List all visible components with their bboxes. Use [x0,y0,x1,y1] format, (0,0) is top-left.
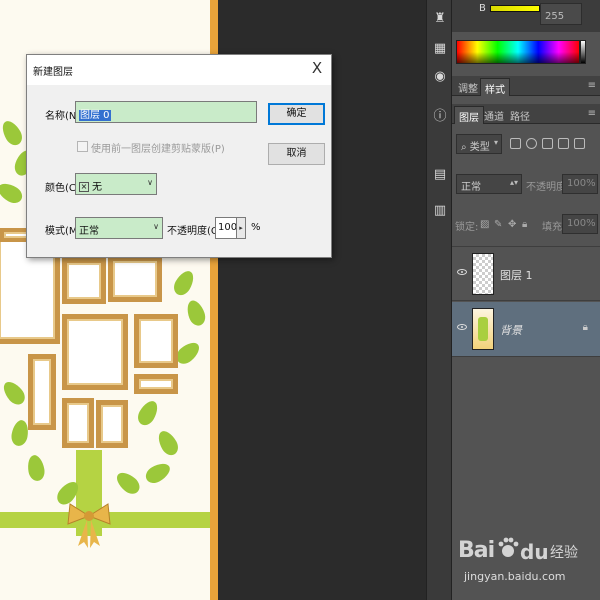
lock-all-icon[interactable]: 🔒︎ [522,219,527,230]
grid-icon[interactable]: ▦ [430,38,450,58]
tab-paths[interactable]: 路径 [506,106,534,124]
layer-row[interactable]: 背景 🔒︎ [452,302,600,357]
leaf [0,179,26,207]
ribbon-bow-icon [67,503,111,548]
search-icon: ⌕ [461,142,470,153]
mode-value: 正常 [79,226,99,237]
watermark-brand: Bai [458,538,495,563]
info-icon[interactable]: ⓘ [430,104,450,124]
leaf [184,298,208,328]
chevron-down-icon: ∨ [147,178,153,187]
type-filter-icon[interactable] [542,138,553,149]
right-panels: B 255 调整 样式 ≡ 图层 通道 路径 ≡ ⌕ 类型 ▾ 正常 ▴▾ 不透… [452,0,600,600]
leaf [112,468,144,498]
leaf [154,427,182,459]
paw-icon [498,537,519,557]
photo-frame [108,256,162,302]
baidu-jingyan-watermark: Bai du 经验 jingyan.baidu.com [450,532,600,600]
smart-object-filter-icon[interactable] [574,138,585,149]
chevron-down-icon: ∨ [153,222,159,231]
layer-row[interactable]: 图层 1 [452,246,600,301]
lock-icon: 🔒︎ [582,322,588,333]
layer-name: 背景 [500,324,522,337]
styles-panel-body [452,96,600,104]
channel-value-field[interactable]: 255 [540,3,582,25]
opacity-stepper-icon[interactable]: ▸ [236,217,246,239]
layer-name: 图层 1 [500,269,533,282]
filter-value: 类型 [469,142,490,153]
layer-name-value: 图层 0 [79,110,111,121]
adjustment-filter-icon[interactable] [526,138,537,149]
shape-filter-icon[interactable] [558,138,569,149]
watermark-brand-suffix: du [520,540,549,564]
black-white-ramp[interactable] [580,40,586,64]
history-icon[interactable]: ▥ [430,200,450,220]
color-spectrum[interactable] [456,40,580,64]
layer-filter-dropdown[interactable]: ⌕ 类型 ▾ [456,134,502,154]
leaf [142,459,174,487]
cancel-button[interactable]: 取消 [268,143,325,165]
watermark-url: jingyan.baidu.com [464,570,566,583]
fill-field[interactable]: 100% [562,214,598,234]
clipping-mask-checkbox[interactable] [77,141,88,152]
watermark-product: 经验 [550,545,578,561]
blend-mode-dropdown[interactable]: 正常 ▴▾ [456,174,522,194]
blend-mode-value: 正常 [461,182,481,193]
opacity-input[interactable]: 100 [215,217,237,239]
layer-name-input[interactable]: 图层 0 [75,101,257,123]
tab-channels[interactable]: 通道 [480,106,508,124]
tab-adjustments[interactable]: 调整 [454,78,482,96]
fill-value: 100% [567,218,596,229]
layer-opacity-value: 100% [567,178,596,189]
blend-mode-select[interactable]: 正常 ∨ [75,217,163,239]
no-color-swatch-icon: × [79,182,89,192]
color-panel: B 255 [452,0,600,32]
photo-frame [62,258,106,304]
visibility-eye-icon[interactable] [457,324,467,330]
pixel-filter-icon[interactable] [510,138,521,149]
tab-styles[interactable]: 样式 [480,78,510,96]
chevron-down-icon: ▾ [493,138,498,147]
clipping-mask-label: 使用前一图层创建剪贴蒙版(P) [91,144,225,155]
leaf [25,453,47,483]
photo-frame [134,314,178,368]
leaf [0,377,29,409]
layer-thumbnail [472,308,494,350]
brightness-slider[interactable] [490,5,540,12]
swatches-icon[interactable]: ◉ [430,66,450,86]
ok-button[interactable]: 确定 [268,103,325,125]
new-layer-dialog: 新建图层 X 名称(N): 图层 0 确定 使用前一图层创建剪贴蒙版(P) 取消… [26,54,332,258]
lock-transparent-icon[interactable]: ▨ [480,219,489,230]
opacity-unit: % [251,222,261,233]
photo-frame [28,354,56,430]
collapsed-panel-dock: ♜ ▦ ◉ ⓘ ▤ ▥ [426,0,452,600]
dialog-titlebar[interactable]: 新建图层 X [27,55,331,85]
photo-frame [134,374,178,394]
close-icon[interactable]: X [309,59,325,77]
panel-menu-icon[interactable]: ≡ [588,80,596,91]
layer-thumbnail [472,253,494,295]
color-select[interactable]: × 无 ∨ [75,173,157,195]
visibility-eye-icon[interactable] [457,269,467,275]
notes-icon[interactable]: ▤ [430,164,450,184]
lock-paint-icon[interactable]: ✎ [494,219,502,230]
leaf [170,267,198,299]
layers-panel: ⌕ 类型 ▾ 正常 ▴▾ 不透明度: 100% 锁定: ▨ ✎ ✥ 🔒︎ 填充:… [452,126,600,600]
layers-tabbar: 图层 通道 路径 ≡ [452,104,600,124]
dialog-title: 新建图层 [33,67,73,78]
leaf [134,397,162,429]
photo-frame [62,314,128,390]
leaf [0,117,26,149]
photo-frame [96,400,128,448]
panel-menu-icon[interactable]: ≡ [588,108,596,119]
layer-opacity-field[interactable]: 100% [562,174,598,194]
color-value: 无 [92,182,102,193]
lock-label: 锁定: [455,222,479,233]
adjust-style-tabbar: 调整 样式 ≡ [452,76,600,96]
photo-frame [62,398,94,448]
castle-icon[interactable]: ♜ [430,8,450,28]
channel-label: B [479,3,486,14]
chevron-down-icon: ▴▾ [509,178,518,187]
lock-move-icon[interactable]: ✥ [508,219,516,230]
